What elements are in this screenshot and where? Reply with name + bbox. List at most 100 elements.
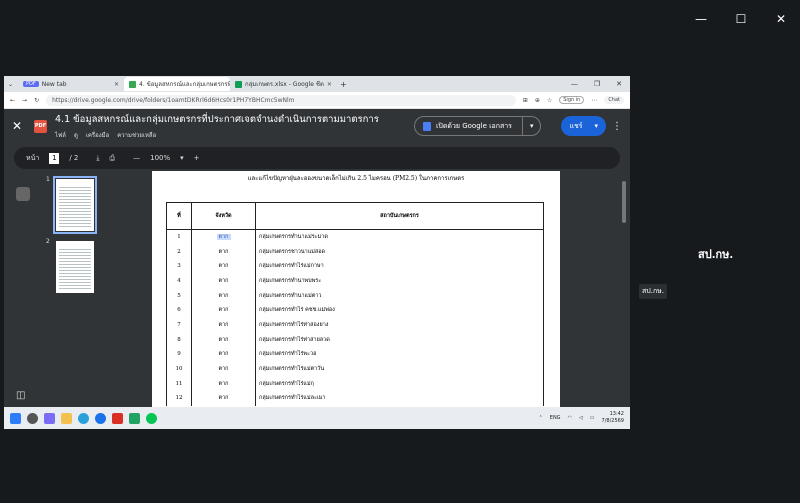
row-number: 6 — [166, 302, 192, 318]
forward-icon[interactable]: → — [22, 97, 27, 104]
battery-icon[interactable]: ▭ — [590, 415, 595, 421]
row-institution-text: กลุ่มเกษตรกรทำนาแม่ตาว — [259, 292, 322, 299]
wifi-icon[interactable]: ◠ — [568, 415, 572, 421]
row-province-text: ตาก — [218, 395, 229, 402]
thumbnails-icon[interactable] — [16, 187, 30, 201]
search-icon[interactable] — [27, 412, 38, 424]
more-options-icon[interactable]: ⋮ — [612, 121, 622, 132]
zoom-level[interactable]: 100% — [150, 154, 170, 162]
row-institution: กลุ่มเกษตรกรทำไร่ คชช.แม่พ่อง — [255, 302, 544, 318]
outer-badge: สป.กษ. — [639, 284, 668, 299]
tab-close-icon[interactable]: ✕ — [327, 81, 332, 88]
open-with-button[interactable]: เปิดด้วย Google เอกสาร ▾ — [414, 116, 542, 136]
row-institution-text: กลุ่มเกษตรกรทำไร่แม่ละเมา — [259, 395, 326, 402]
docs-icon — [423, 121, 432, 131]
menu-file[interactable]: ไฟล์ — [55, 130, 66, 140]
row-province: ตาก — [191, 302, 256, 318]
acrobat-icon[interactable] — [112, 412, 123, 424]
zoom-icon[interactable]: ⊕ — [535, 97, 540, 104]
tab-list-icon[interactable]: ⌄ — [8, 81, 18, 88]
teams-icon[interactable] — [44, 412, 55, 424]
menu-icon[interactable]: ⋯ — [591, 97, 597, 104]
row-province: ตาก — [191, 273, 256, 289]
row-number-text: 5 — [177, 292, 181, 299]
chevron-down-icon[interactable]: ▾ — [180, 154, 184, 162]
share-button[interactable]: แชร์ ▾ — [561, 116, 606, 136]
tab-pdf[interactable]: 4. ข้อมูลสหกรณ์และกลุ่มเกษตรกรที่ประกาศ … — [124, 77, 230, 91]
tray-chevron-icon[interactable]: ⌃ — [539, 415, 543, 421]
browser-window: ⌄ PDF New tab ✕ 4. ข้อมูลสหกรณ์และกลุ่มเ… — [4, 76, 630, 429]
minimize-icon[interactable]: — — [571, 80, 578, 88]
url-field[interactable]: https://drive.google.com/drive/folders/1… — [46, 94, 516, 106]
row-institution: กลุ่มเกษตรกรทำไร่แม่ละเมา — [255, 391, 544, 406]
extensions-icon[interactable]: ⊞ — [523, 97, 528, 104]
page-label: หน้า — [26, 153, 40, 162]
clock[interactable]: 13:42 7/8/2569 — [602, 411, 624, 425]
scrollbar[interactable] — [622, 181, 626, 223]
chevron-down-icon: ▾ — [594, 122, 598, 130]
excel-icon[interactable] — [129, 412, 140, 424]
drive-icon — [129, 80, 136, 88]
menu-view[interactable]: ดู — [74, 130, 78, 140]
volume-icon[interactable]: ◁ — [579, 415, 583, 421]
table-row: 8 ตาก กลุ่มเกษตรกรทำไร่ท่าสายลวด — [166, 332, 544, 347]
table-row: 1 ตาก กลุ่มเกษตรกรทำนาแม่ระมาด — [166, 229, 544, 245]
row-province: ตาก — [191, 332, 256, 347]
new-tab-icon[interactable]: + — [340, 80, 347, 89]
row-province-text: ตาก — [216, 234, 231, 241]
outer-maximize-icon[interactable]: ☐ — [734, 12, 748, 26]
pdf-chip: PDF — [23, 81, 39, 87]
chevron-down-icon[interactable]: ▾ — [521, 116, 541, 136]
bookmark-icon[interactable]: ☆ — [547, 97, 552, 104]
line-icon[interactable] — [146, 412, 157, 424]
viewer-header: ✕ PDF 4.1 ข้อมูลสหกรณ์และกลุ่มเกษตรกรที่… — [4, 109, 630, 143]
page-thumbnail[interactable]: 1 — [46, 176, 97, 234]
row-province: ตาก — [191, 288, 256, 303]
menu-help[interactable]: ความช่วยเหลือ — [117, 130, 156, 140]
tab-bar: ⌄ PDF New tab ✕ 4. ข้อมูลสหกรณ์และกลุ่มเ… — [4, 76, 630, 92]
tab-sheets[interactable]: กลุ่มเกษตร.xlsx - Google ชีต ✕ — [230, 77, 336, 91]
menu-tools[interactable]: เครื่องมือ — [86, 130, 109, 140]
row-province-text: ตาก — [218, 263, 229, 270]
close-icon[interactable]: ✕ — [616, 80, 622, 88]
sign-in-button[interactable]: Sign in — [559, 96, 585, 104]
start-icon[interactable] — [10, 412, 21, 424]
tab-new[interactable]: PDF New tab ✕ — [18, 77, 124, 91]
folder-icon[interactable] — [61, 412, 72, 424]
outer-minimize-icon[interactable]: — — [694, 12, 708, 26]
row-province-text: ตาก — [218, 321, 229, 328]
row-institution: กลุ่มเกษตรกรทำนาแม่ระมาด — [255, 229, 544, 245]
sheets-icon — [235, 80, 242, 88]
page-input[interactable]: 1 — [49, 152, 60, 164]
tab-label: New tab — [41, 80, 67, 88]
page-thumbnail[interactable]: 2 — [46, 238, 94, 293]
row-number-text: 10 — [175, 366, 183, 373]
reload-icon[interactable]: ↻ — [34, 97, 39, 104]
row-number: 3 — [166, 258, 192, 274]
tab-close-icon[interactable]: ✕ — [114, 81, 119, 88]
print-icon[interactable]: ⎙ — [110, 154, 116, 163]
close-viewer-icon[interactable]: ✕ — [12, 119, 32, 133]
zoom-in-icon[interactable]: + — [194, 154, 200, 162]
outer-window-controls: — ☐ ✕ — [694, 12, 788, 26]
row-province-text: ตาก — [218, 277, 229, 284]
sidebar-toggle-icon[interactable]: ◫ — [16, 390, 30, 404]
row-province-text: ตาก — [218, 351, 229, 358]
maximize-icon[interactable]: ❐ — [594, 80, 600, 88]
row-institution: กลุ่มเกษตรกรทำไร่ท่าสายลวด — [255, 332, 544, 347]
row-number-text: 3 — [177, 263, 181, 270]
row-province: ตาก — [191, 361, 256, 377]
download-icon[interactable]: ⤓ — [96, 154, 99, 163]
open-with-label: เปิดด้วย Google เอกสาร — [436, 121, 512, 130]
language-indicator[interactable]: ENG — [550, 415, 561, 421]
row-institution-text: กลุ่มเกษตรกรทำไร่แม่ตาวัน — [259, 366, 325, 373]
edge-icon[interactable] — [78, 412, 89, 424]
back-icon[interactable]: ← — [10, 97, 15, 104]
row-number-text: 2 — [177, 248, 181, 255]
chrome-icon[interactable] — [95, 412, 106, 424]
pdf-page: และแก้ไขปัญหาฝุ่นละอองขนาดเล็กไม่เกิน 2.… — [152, 171, 560, 411]
zoom-out-icon[interactable]: — — [133, 154, 140, 162]
time: 13:42 — [609, 411, 624, 417]
outer-close-icon[interactable]: ✕ — [774, 12, 788, 26]
chat-button[interactable]: Chat — [604, 96, 624, 104]
